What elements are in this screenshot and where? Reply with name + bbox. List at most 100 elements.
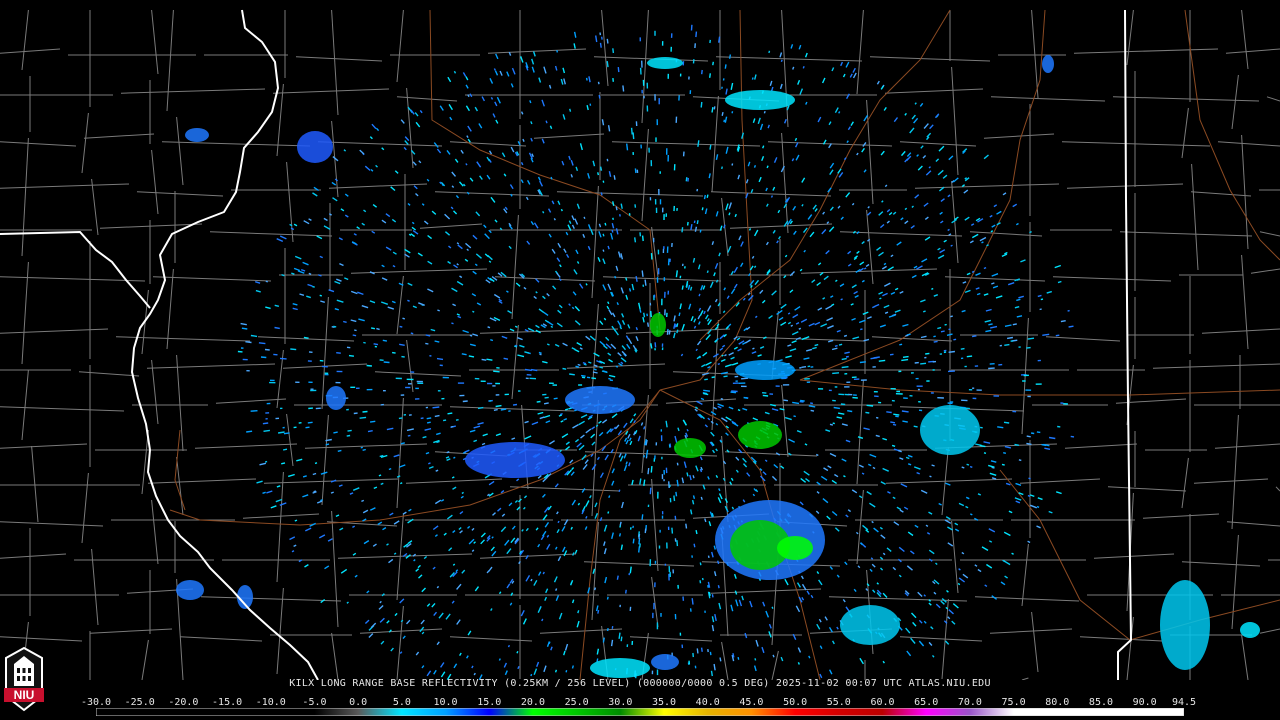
echo-speck (678, 312, 681, 317)
echo-speck (472, 310, 475, 313)
echo-cell (920, 405, 980, 455)
echo-speck (599, 42, 602, 48)
echo-speck (611, 229, 614, 233)
echo-speck (895, 415, 899, 418)
echo-speck (810, 409, 815, 412)
echo-speck (555, 588, 558, 591)
echo-speck (741, 377, 749, 380)
echo-speck (703, 194, 706, 200)
echo-speck (565, 670, 568, 673)
echo-speck (709, 651, 712, 656)
echo-speck (607, 301, 610, 305)
echo-speck (556, 50, 559, 53)
echo-speck (905, 334, 909, 337)
echo-speck (281, 274, 285, 277)
echo-speck (451, 476, 455, 479)
echo-speck (971, 270, 975, 273)
echo-speck (426, 417, 432, 420)
echo-speck (676, 323, 679, 328)
echo-speck (461, 353, 467, 356)
echo-speck (863, 267, 867, 270)
echo-speck (728, 212, 731, 216)
echo-speck (685, 523, 688, 529)
echo-speck (283, 432, 290, 435)
echo-speck (1041, 443, 1047, 447)
echo-cell (674, 438, 706, 458)
echo-speck (325, 443, 330, 446)
echo-speck (352, 334, 357, 337)
color-scale-label: -20.0 (168, 697, 199, 708)
echo-speck (891, 444, 896, 447)
echo-speck (1036, 505, 1040, 508)
echo-speck (697, 140, 700, 147)
echo-speck (693, 543, 696, 548)
echo-speck (838, 111, 841, 114)
echo-speck (703, 389, 710, 392)
echo-speck (591, 377, 597, 380)
echo-speck (797, 662, 800, 665)
color-scale-label: 55.0 (826, 697, 851, 708)
echo-speck (1003, 421, 1010, 424)
echo-speck (721, 354, 724, 357)
echo-speck (1011, 552, 1014, 555)
echo-cell (738, 421, 782, 449)
echo-speck (585, 515, 588, 519)
echo-speck (647, 322, 650, 327)
echo-speck (675, 491, 678, 497)
echo-speck (1014, 443, 1020, 446)
echo-speck (461, 491, 464, 495)
echo-speck (1003, 452, 1007, 454)
echo-speck (277, 431, 285, 434)
echo-speck (359, 416, 367, 419)
echo-speck (969, 465, 973, 468)
echo-speck (948, 328, 951, 331)
echo-speck (625, 277, 628, 281)
echo-speck (628, 288, 632, 292)
echo-speck (279, 357, 287, 360)
echo-speck (606, 596, 609, 600)
echo-speck (597, 172, 600, 176)
echo-speck (618, 533, 622, 537)
echo-speck (490, 96, 494, 100)
echo-speck (619, 214, 621, 217)
echo-speck (367, 430, 373, 433)
echo-speck (1006, 336, 1014, 340)
map-background (0, 0, 1280, 680)
echo-speck (743, 396, 749, 399)
echo-speck (838, 343, 843, 346)
echo-speck (530, 673, 533, 677)
echo-speck (303, 336, 309, 339)
echo-speck (382, 339, 388, 342)
echo-speck (626, 143, 629, 151)
echo-speck (634, 168, 637, 174)
echo-speck (541, 618, 544, 622)
echo-speck (407, 434, 411, 437)
echo-speck (436, 440, 440, 444)
echo-speck (512, 403, 518, 406)
echo-speck (676, 329, 679, 334)
echo-speck (378, 474, 382, 477)
echo-speck (307, 421, 313, 424)
echo-speck (343, 320, 347, 323)
echo-speck (690, 223, 693, 231)
echo-speck (639, 478, 642, 485)
echo-speck (710, 670, 713, 677)
echo-speck (514, 325, 518, 328)
echo-speck (669, 443, 672, 448)
echo-speck (899, 343, 903, 346)
echo-speck (641, 514, 644, 520)
echo-speck (618, 489, 621, 493)
color-scale-label: 30.0 (608, 697, 633, 708)
echo-speck (571, 665, 574, 669)
echo-speck (737, 409, 741, 412)
echo-speck (1039, 308, 1042, 311)
echo-speck (700, 496, 703, 501)
echo-speck (274, 304, 280, 307)
echo-speck (554, 669, 558, 673)
echo-speck (545, 120, 548, 124)
echo-speck (771, 606, 774, 609)
echo-speck (250, 334, 258, 338)
echo-speck (507, 644, 511, 648)
echo-speck (737, 656, 740, 660)
echo-speck (614, 275, 617, 279)
